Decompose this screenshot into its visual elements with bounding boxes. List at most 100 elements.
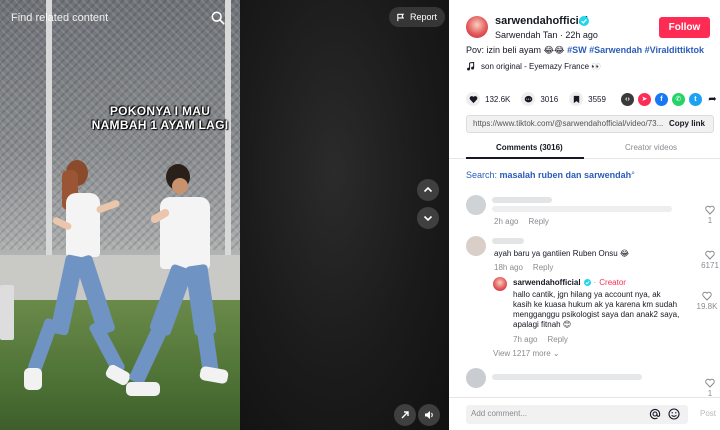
heart-icon: [466, 92, 480, 106]
comment-like-count: 1: [707, 216, 713, 225]
embed-icon[interactable]: ‹›: [620, 92, 634, 106]
heart-outline-icon: [705, 378, 715, 388]
send-icon[interactable]: ➤: [637, 92, 651, 106]
comment-composer: Add comment... Post: [449, 397, 720, 430]
comment-count-button[interactable]: 3016: [521, 92, 558, 106]
comment-like-count: 6171: [701, 261, 719, 270]
active-tab-indicator: [466, 157, 584, 159]
save-button[interactable]: 3559: [569, 92, 606, 106]
mention-icon[interactable]: [649, 408, 661, 420]
chevron-down-icon: [423, 215, 433, 222]
tab-creator-videos[interactable]: Creator videos: [625, 143, 677, 152]
find-related-content-link[interactable]: Find related content: [11, 12, 108, 24]
reply-line: hallo cantik, jgn hilang ya account nya,…: [513, 290, 661, 299]
heart-outline-icon: [702, 291, 712, 301]
comment-placeholder: Add comment...: [471, 409, 528, 418]
pip-icon: [401, 411, 409, 419]
comment-like-button[interactable]: 6171: [698, 250, 720, 270]
music-title: son original - Eyemazy France 👀: [481, 62, 602, 71]
actions-row: 132.6K 3016 3559 ‹› ➤ f ✆ t ➦: [466, 91, 719, 107]
speaker-icon: [424, 411, 433, 419]
share-link-url[interactable]: https://www.tiktok.com/@sarwendahofficia…: [473, 119, 663, 128]
verified-badge-icon: [579, 16, 589, 26]
comment-time: 7h ago: [513, 335, 538, 344]
author-avatar[interactable]: [466, 16, 488, 38]
creator-reply-text: hallo cantik, jgn hilang ya account nya,…: [513, 290, 679, 330]
volume-button[interactable]: [418, 404, 440, 426]
comment-like-button[interactable]: 1: [702, 205, 718, 225]
flag-icon: [397, 13, 405, 21]
commenter-avatar[interactable]: [466, 236, 486, 256]
blurred-comment-text: [492, 206, 672, 212]
comment-text: ayah baru ya gantiien Ruben Onsu 😂: [494, 249, 630, 258]
comment-count: 3016: [540, 94, 559, 104]
creator-username[interactable]: sarwendahofficial: [513, 278, 581, 287]
comment-like-count: 19.8K: [696, 302, 718, 311]
comment-like-button[interactable]: 1: [702, 378, 718, 398]
creator-badge: Creator: [599, 278, 626, 287]
heart-outline-icon: [705, 205, 715, 215]
share-icons: ‹› ➤ f ✆ t ➦: [617, 92, 719, 106]
comment-time: 18h ago: [494, 263, 523, 272]
video-player[interactable]: POKONYA I MAU NAMBAH 1 AYAM LAGI Find re…: [0, 0, 240, 430]
tab-comments[interactable]: Comments (3016): [496, 143, 563, 152]
save-count: 3559: [588, 94, 606, 104]
reply-line: kasih ke kuasa hukum ak ya karena km sud…: [513, 300, 678, 309]
comment-meta: 18h ago Reply: [494, 263, 553, 272]
search-prefix: Search:: [466, 170, 500, 180]
hashtag-link[interactable]: #Viraldittiktok: [645, 45, 704, 55]
like-count: 132.6K: [485, 94, 511, 104]
search-suggestion-link[interactable]: Search: masalah ruben dan sarwendah⌕: [466, 170, 635, 180]
reply-button[interactable]: Reply: [547, 335, 567, 344]
side-panel: sarwendahofficial Sarwendah Tan · 22h ag…: [449, 0, 720, 430]
reply-line: mengganggu psikologist saya dan anak2 sa…: [513, 310, 680, 319]
comment-like-button[interactable]: 19.8K: [695, 291, 719, 311]
report-button[interactable]: Report: [389, 7, 446, 27]
commenter-avatar[interactable]: [466, 368, 486, 388]
report-label: Report: [410, 12, 438, 22]
reply-line: apalagi fitnah 😊: [513, 320, 572, 329]
emoji-icon[interactable]: [668, 408, 680, 420]
video-area[interactable]: POKONYA I MAU NAMBAH 1 AYAM LAGI Find re…: [0, 0, 449, 430]
search-suggestion-icon: ⌕: [631, 170, 635, 177]
heart-outline-icon: [705, 250, 715, 260]
like-button[interactable]: 132.6K: [466, 92, 510, 106]
chevron-up-icon: [423, 186, 433, 193]
reply-button[interactable]: Reply: [528, 217, 548, 226]
forward-icon[interactable]: ➦: [705, 92, 719, 106]
author-subtitle: Sarwendah Tan · 22h ago: [495, 30, 598, 40]
music-row[interactable]: son original - Eyemazy France 👀: [466, 62, 601, 71]
comment-meta: 2h ago Reply: [494, 217, 549, 226]
author-username[interactable]: sarwendahofficial: [495, 15, 588, 27]
copy-link-button[interactable]: Copy link: [669, 119, 705, 128]
reply-button[interactable]: Reply: [533, 263, 553, 272]
post-comment-button[interactable]: Post: [700, 409, 716, 418]
video-caption-overlay: POKONYA I MAU NAMBAH 1 AYAM LAGI: [91, 104, 229, 132]
previous-video-button[interactable]: [417, 179, 439, 201]
bookmark-icon: [569, 92, 584, 106]
creator-avatar[interactable]: [493, 277, 507, 291]
description-text: Pov: izin beli ayam 😂😂: [466, 45, 568, 55]
blurred-username: [492, 197, 552, 203]
hashtag-link[interactable]: #SW: [567, 45, 587, 55]
view-more-replies-button[interactable]: View 1217 more ⌄: [493, 349, 560, 358]
comment-input[interactable]: Add comment...: [466, 405, 688, 424]
search-icon[interactable]: [211, 11, 225, 25]
verified-badge-icon: [583, 279, 591, 286]
floating-player-button[interactable]: [394, 404, 416, 426]
panel-tabs: Comments (3016) Creator videos: [449, 139, 720, 159]
share-link-box: https://www.tiktok.com/@sarwendahofficia…: [466, 115, 714, 133]
comment-time: 2h ago: [494, 217, 519, 226]
video-scene-bench: [0, 285, 14, 340]
whatsapp-icon[interactable]: ✆: [671, 92, 685, 106]
follow-button[interactable]: Follow: [659, 17, 710, 38]
hashtag-link[interactable]: #Sarwendah: [589, 45, 642, 55]
music-note-icon: [467, 62, 475, 71]
twitter-icon[interactable]: t: [688, 92, 702, 106]
facebook-icon[interactable]: f: [654, 92, 668, 106]
blurred-username: [492, 238, 524, 244]
creator-header: sarwendahofficial · Creator: [513, 278, 626, 287]
post-description: Pov: izin beli ayam 😂😂 #SW #Sarwendah #V…: [466, 45, 704, 56]
commenter-avatar[interactable]: [466, 195, 486, 215]
next-video-button[interactable]: [417, 207, 439, 229]
